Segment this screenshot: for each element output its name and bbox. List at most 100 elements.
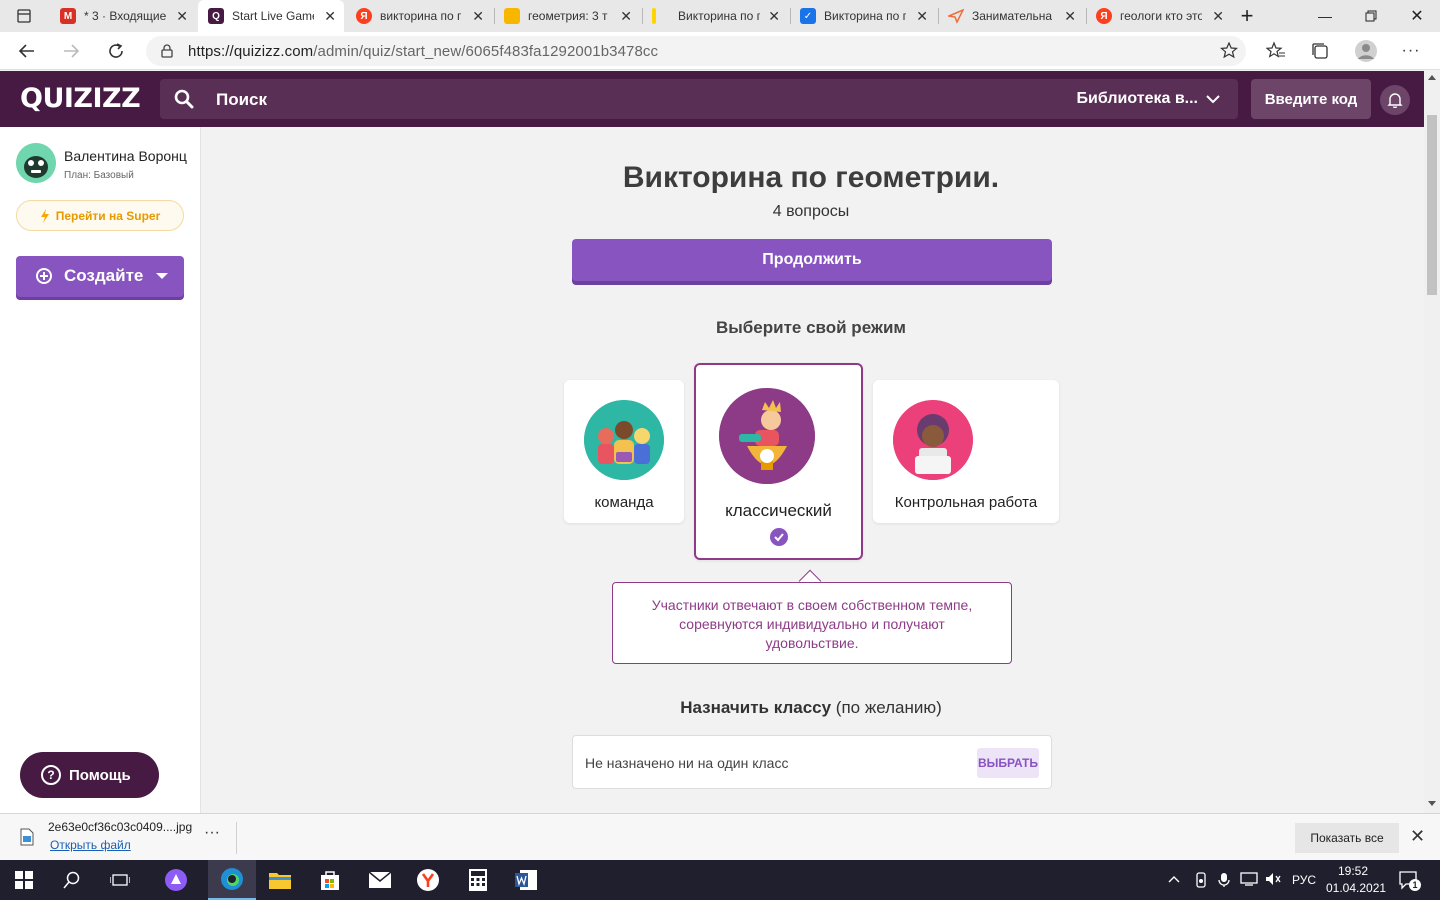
favorites-icon[interactable]: [1263, 38, 1289, 64]
browser-tab-mail[interactable]: M * 3 · Входящие - ✕: [50, 0, 196, 32]
plus-circle-icon: [36, 268, 52, 284]
folder-icon: [504, 8, 520, 24]
bell-icon: [1387, 93, 1403, 108]
create-button[interactable]: Создайте: [16, 256, 184, 297]
browser-tab-quiz-2[interactable]: Викторина по г ✕: [642, 0, 788, 32]
open-file-link[interactable]: Открыть файл: [50, 838, 131, 852]
mode-label: Контрольная работа: [894, 494, 1038, 511]
word-icon[interactable]: [502, 860, 550, 900]
browser-tab-geometry[interactable]: геометрия: 3 т ✕: [494, 0, 640, 32]
mode-card-team[interactable]: команда: [564, 380, 684, 523]
language-indicator[interactable]: РУС: [1292, 873, 1316, 887]
search-icon[interactable]: [48, 860, 96, 900]
browser-tab-strip: M * 3 · Входящие - ✕ Q Start Live Game ✕…: [0, 0, 1440, 32]
sidebar: Валентина Воронц План: Базовый Перейти н…: [0, 127, 201, 813]
network-icon[interactable]: [1240, 872, 1258, 889]
clock-time[interactable]: 19:52: [1338, 864, 1368, 878]
new-tab-button[interactable]: +: [1224, 0, 1270, 32]
microphone-icon[interactable]: [1218, 872, 1230, 891]
sync-icon[interactable]: [1194, 872, 1208, 891]
close-tab-icon[interactable]: ✕: [1064, 8, 1076, 25]
yandex-browser-icon[interactable]: [404, 860, 452, 900]
more-menu-icon[interactable]: ···: [1398, 38, 1424, 64]
close-tab-icon[interactable]: ✕: [176, 8, 188, 25]
user-avatar[interactable]: [16, 143, 56, 183]
action-center-icon[interactable]: 1: [1398, 870, 1421, 893]
show-hidden-icons[interactable]: [1168, 872, 1180, 887]
scroll-up-icon[interactable]: [1428, 75, 1436, 80]
forward-button[interactable]: [58, 38, 84, 64]
mail-icon: M: [60, 8, 76, 24]
team-illustration: [584, 400, 664, 480]
url-text: https://quizizz.com/admin/quiz/start_new…: [188, 43, 658, 60]
close-tab-icon[interactable]: ✕: [324, 8, 336, 25]
calculator-icon[interactable]: [454, 860, 502, 900]
scroll-thumb[interactable]: [1427, 115, 1437, 295]
tab-title: Викторина по г: [824, 9, 906, 23]
help-label: Помощь: [69, 766, 131, 784]
close-tab-icon[interactable]: ✕: [1212, 8, 1224, 25]
upgrade-super-button[interactable]: Перейти на Super: [16, 200, 184, 231]
image-file-icon: [20, 828, 34, 846]
browser-tab-quiz-3[interactable]: ✓ Викторина по г ✕: [790, 0, 936, 32]
restore-button[interactable]: [1348, 0, 1394, 32]
add-favorite-icon[interactable]: [1220, 42, 1238, 60]
choose-class-button[interactable]: ВЫБРАТЬ: [977, 748, 1039, 778]
windows-taskbar: РУС 19:52 01.04.2021 1: [0, 860, 1440, 900]
mode-card-classic[interactable]: классический: [694, 363, 863, 560]
page-scrollbar[interactable]: [1424, 71, 1440, 813]
enter-code-button[interactable]: Введите код: [1251, 79, 1371, 119]
search-bar[interactable]: Поиск Библиотека в...: [160, 79, 1238, 119]
notification-count: 1: [1409, 879, 1421, 891]
mode-card-test[interactable]: Контрольная работа: [873, 380, 1059, 523]
create-label: Создайте: [64, 266, 144, 285]
edge-browser-icon[interactable]: [208, 860, 256, 900]
task-view-icon[interactable]: [96, 860, 144, 900]
collections-icon[interactable]: [1307, 38, 1333, 64]
show-all-downloads-button[interactable]: Показать все: [1295, 823, 1399, 853]
browser-tab-geologists[interactable]: Я геологи кто это ✕: [1086, 0, 1232, 32]
back-button[interactable]: [14, 38, 40, 64]
download-more-icon[interactable]: ···: [204, 824, 220, 842]
lock-icon: [161, 44, 173, 58]
minimize-button[interactable]: —: [1302, 0, 1348, 32]
yandex-icon: Я: [1096, 8, 1112, 24]
refresh-button[interactable]: [103, 38, 129, 64]
mode-label: команда: [594, 494, 654, 511]
close-tab-icon[interactable]: ✕: [768, 8, 780, 25]
chevron-down-icon: [1206, 95, 1220, 104]
help-button[interactable]: ? Помощь: [20, 752, 159, 798]
clock-date[interactable]: 01.04.2021: [1326, 881, 1386, 895]
continue-button[interactable]: Продолжить: [572, 239, 1052, 281]
close-download-bar-icon[interactable]: ✕: [1410, 826, 1425, 847]
yellow-bar-icon: [652, 8, 656, 24]
close-tab-icon[interactable]: ✕: [916, 8, 928, 25]
library-dropdown[interactable]: Библиотека в...: [1077, 90, 1220, 108]
close-window-button[interactable]: ✕: [1394, 0, 1440, 32]
quizizz-logo[interactable]: QUIZIZZ: [20, 83, 141, 114]
tab-title: викторина по г: [380, 9, 462, 23]
user-name: Валентина Воронц: [64, 148, 187, 164]
browser-tab-yandex-1[interactable]: Я викторина по г ✕: [346, 0, 492, 32]
lightning-icon: [40, 208, 49, 223]
file-explorer-icon[interactable]: [256, 860, 304, 900]
yandex-icon: Я: [356, 8, 372, 24]
tab-actions-icon[interactable]: [0, 0, 48, 32]
volume-icon[interactable]: [1265, 872, 1281, 889]
close-tab-icon[interactable]: ✕: [620, 8, 632, 25]
notifications-button[interactable]: [1380, 85, 1410, 115]
mail-icon[interactable]: [356, 860, 404, 900]
url-host: https://quizizz.com: [188, 43, 314, 60]
browser-tab-quizizz[interactable]: Q Start Live Game ✕: [198, 0, 344, 32]
browser-tab-fun[interactable]: Занимательна ✕: [938, 0, 1084, 32]
store-icon[interactable]: [306, 860, 354, 900]
scroll-down-icon[interactable]: [1428, 801, 1436, 806]
search-input[interactable]: Поиск: [216, 90, 267, 110]
assign-class-field[interactable]: Не назначено ни на один класс ВЫБРАТЬ: [572, 735, 1052, 789]
profile-avatar[interactable]: [1353, 38, 1379, 64]
alice-assistant-icon[interactable]: [152, 860, 200, 900]
address-bar[interactable]: https://quizizz.com/admin/quiz/start_new…: [146, 36, 1246, 66]
download-filename: 2e63e0cf36c03c0409....jpg: [48, 820, 193, 834]
windows-start-icon[interactable]: [0, 860, 48, 900]
close-tab-icon[interactable]: ✕: [472, 8, 484, 25]
